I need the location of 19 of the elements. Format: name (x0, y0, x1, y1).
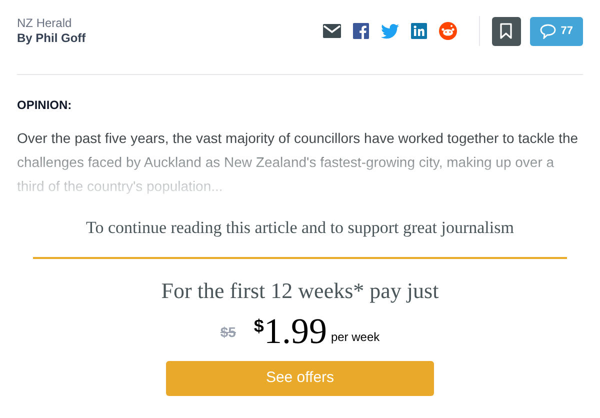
offer-text: For the first 12 weeks* pay just (161, 277, 439, 305)
source-name: NZ Herald (17, 16, 73, 31)
bird-icon[interactable] (380, 24, 399, 38)
byline: By Phil Goff (17, 31, 86, 46)
linkedin-icon[interactable] (410, 23, 427, 39)
paywall-heading: To continue reading this article and to support great journalism (86, 217, 514, 239)
alien-icon[interactable] (438, 22, 457, 40)
bookmark-button[interactable] (492, 16, 521, 46)
article-label: OPINION: (17, 97, 73, 113)
price: 1.99 (264, 311, 327, 351)
comments-button[interactable]: 77 (530, 16, 583, 46)
speech-bubble-icon (540, 24, 556, 38)
price-period: per week (330, 329, 380, 346)
mail-icon[interactable] (322, 24, 341, 38)
facebook-icon[interactable] (352, 23, 369, 39)
currency-sign: $ (254, 315, 264, 338)
old-price: $5 (220, 323, 236, 342)
bookmark-icon (500, 23, 512, 39)
see-offers-button[interactable]: See offers (166, 361, 434, 396)
